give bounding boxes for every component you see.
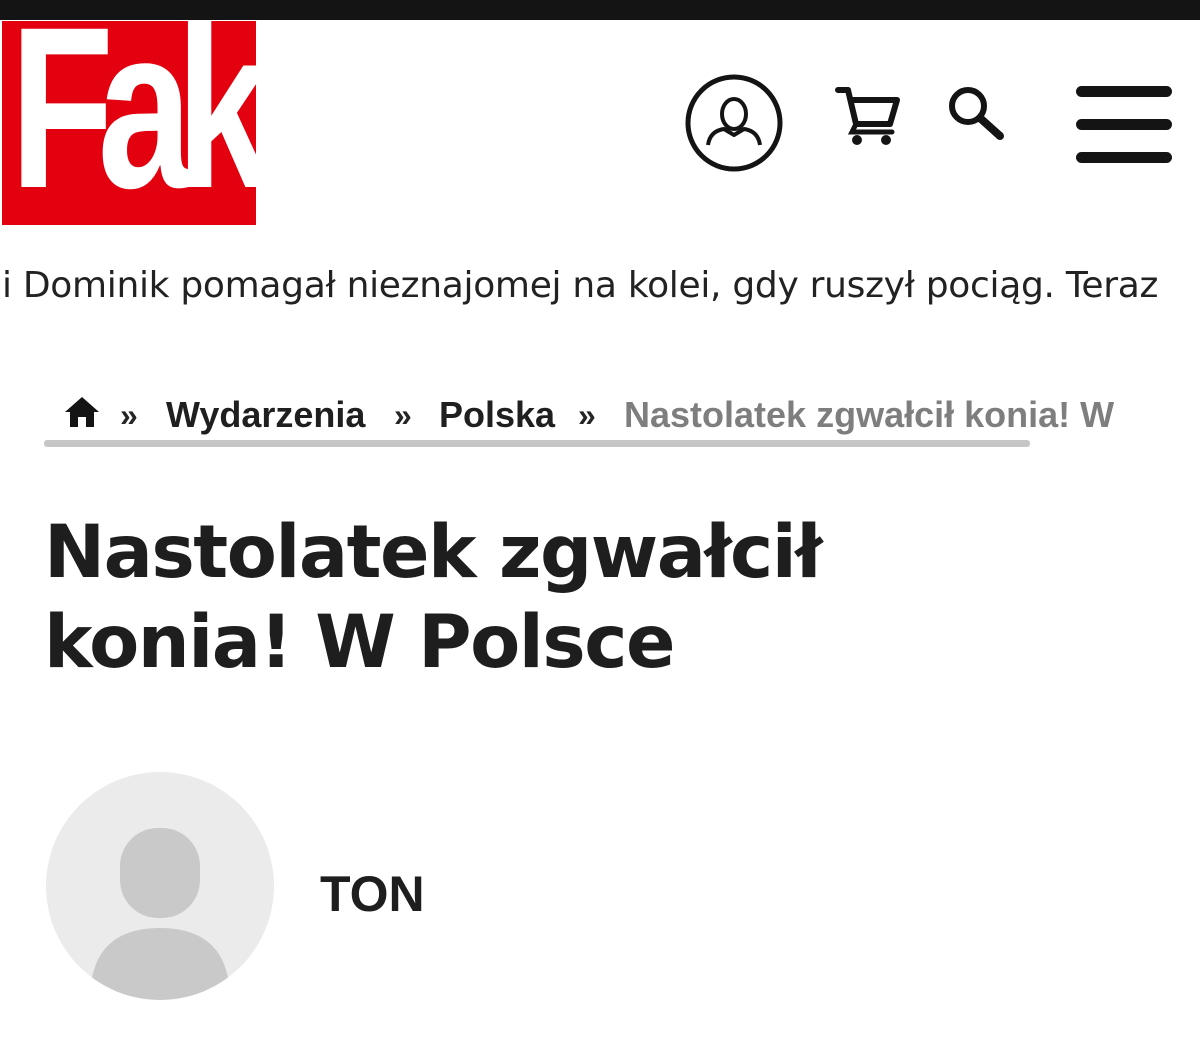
- hamburger-menu-icon-bar: [1076, 119, 1172, 130]
- article-title-line1: Nastolatek zgwałcił: [44, 510, 822, 595]
- cart-button[interactable]: [834, 82, 902, 148]
- article-title-line2: konia! W Polsce: [44, 600, 676, 685]
- article-title: Nastolatek zgwałcił konia! W Polsce: [44, 508, 1044, 688]
- breadcrumb-scroll-indicator: [44, 440, 1030, 447]
- home-icon[interactable]: [62, 394, 102, 430]
- news-ticker[interactable]: i Dominik pomagał nieznajomej na kolei, …: [0, 258, 1200, 314]
- author-name[interactable]: TON: [320, 862, 425, 926]
- hamburger-menu-button[interactable]: [1076, 86, 1172, 164]
- breadcrumb-current: Nastolatek zgwałcił konia! W: [624, 394, 1115, 435]
- breadcrumb-item-wydarzenia[interactable]: Wydarzenia: [166, 392, 365, 438]
- fakt-logo[interactable]: Fakt: [2, 21, 256, 225]
- logo-wordmark: Fakt: [10, 21, 256, 225]
- search-button[interactable]: [944, 84, 1008, 144]
- breadcrumb-separator: »: [120, 397, 138, 433]
- breadcrumb-separator: »: [394, 397, 412, 433]
- breadcrumb-separator: »: [578, 397, 596, 433]
- default-avatar-icon: [90, 828, 230, 1000]
- hamburger-menu-icon-bar: [1076, 86, 1172, 97]
- ticker-text[interactable]: i Dominik pomagał nieznajomej na kolei, …: [2, 258, 1158, 314]
- account-button[interactable]: [684, 73, 784, 173]
- user-account-icon: [685, 74, 783, 172]
- shopping-cart-icon: [835, 87, 900, 145]
- hamburger-menu-icon-bar: [1076, 152, 1172, 163]
- author-avatar[interactable]: [46, 772, 274, 1000]
- breadcrumb-item-polska[interactable]: Polska: [439, 392, 555, 438]
- top-strip: [0, 0, 1200, 20]
- search-icon: [949, 87, 1004, 140]
